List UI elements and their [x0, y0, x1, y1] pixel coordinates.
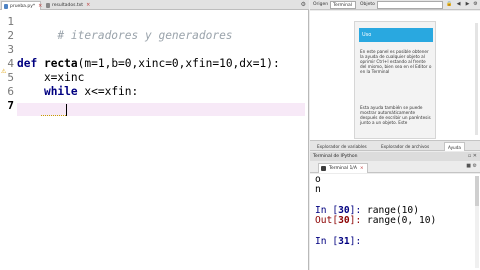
text-cursor	[66, 104, 67, 116]
code-line-4: def recta(m=1,b=0,xinc=0,xfin=10,dx=1):	[17, 57, 280, 71]
tab-options-icon[interactable]: ⚙	[301, 1, 306, 9]
pane-tab-bar: Explorador de variables Explorador de ar…	[310, 141, 480, 151]
close-tab-icon[interactable]: ×	[38, 3, 42, 9]
close-tab-icon[interactable]: ×	[360, 166, 364, 171]
text-file-icon	[46, 3, 50, 8]
console-input-line: In [31]:	[315, 236, 367, 248]
help-pane: Uso En este panel es posible obtener la …	[310, 11, 480, 141]
tab-console-1a[interactable]: Terminal 1/A ×	[318, 163, 368, 173]
tab-help[interactable]: Ayuda	[444, 142, 465, 151]
keyword-while: while	[43, 85, 78, 98]
tab-prueba-py[interactable]: prueba.py* ×	[1, 1, 42, 10]
out-prompt-end: ]:	[349, 215, 367, 226]
tab-variable-explorer[interactable]: Explorador de variables	[314, 142, 370, 151]
editor-tab-bar: prueba.py* × resultados.txt × ⚙	[0, 0, 309, 10]
tab-file-explorer[interactable]: Explorador de archivos	[378, 142, 432, 151]
back-arrow-icon[interactable]: ◀	[455, 1, 462, 8]
terminal-icon	[321, 166, 326, 171]
console-output-line: n	[315, 184, 321, 195]
editor-pane: prueba.py* × resultados.txt × ⚙ 1 2 3 4 5 …	[0, 0, 309, 270]
warning-icon[interactable]: ⚠	[1, 68, 6, 75]
lock-icon[interactable]: 🔒	[446, 1, 453, 8]
help-scrollbar[interactable]	[475, 23, 478, 135]
line-number-gutter: 1 2 3 4 5 6 7 ⚠	[0, 11, 15, 270]
gear-icon[interactable]: ⚙	[472, 1, 479, 8]
function-name: recta	[43, 57, 78, 70]
python-file-icon	[4, 4, 8, 9]
out-prompt: Out[	[315, 215, 339, 226]
line-number: 3	[7, 43, 14, 56]
code-comment: # iteradores y generadores	[57, 29, 233, 42]
object-input[interactable]	[377, 1, 443, 9]
code-line-1: # iteradores y generadores	[17, 15, 232, 42]
ipython-console[interactable]: o n In [30]: range(10) Out[30]: range(0,…	[310, 174, 480, 270]
help-paragraph-2: Esta ayuda también se puede mostrar auto…	[360, 105, 431, 126]
help-toolbar: Origen Terminal Objeto 🔒 ◀ ▶ ⚙	[310, 0, 480, 10]
tab-resultados-txt[interactable]: resultados.txt ×	[44, 1, 90, 10]
console-pane-title: Terminal de IPython ▫ ✕	[310, 152, 480, 161]
tab-label: prueba.py*	[10, 4, 36, 9]
console-options-icons[interactable]: ■ ⚙	[466, 163, 477, 169]
console-tab-bar: Terminal 1/A × ■ ⚙	[310, 161, 480, 173]
code-line-5: x=xinc	[17, 71, 85, 84]
window-controls-icons[interactable]: ▫ ✕	[468, 152, 477, 161]
close-tab-icon[interactable]: ×	[86, 2, 90, 8]
tab-label: resultados.txt	[52, 3, 84, 8]
line-number: 2	[7, 29, 14, 42]
out-prompt-number: 30	[338, 215, 350, 226]
in-prompt: In [	[315, 236, 339, 247]
line-number: 6	[7, 85, 14, 98]
help-paragraph-1: En este panel es posible obtener la ayud…	[360, 49, 432, 75]
forward-arrow-icon[interactable]: ▶	[464, 1, 471, 8]
line-number: 1	[7, 15, 14, 28]
code-editor[interactable]: # iteradores y generadores def recta(m=1…	[17, 11, 307, 270]
console-title-text: Terminal de IPython	[313, 154, 358, 159]
while-condition: x<=xfin:	[77, 85, 139, 98]
console-output-line: Out[30]: range(0, 10)	[315, 215, 436, 227]
function-params: (m=1,b=0,xinc=0,xfin=10,dx=1):	[77, 57, 280, 70]
in-prompt-end: ]:	[349, 236, 367, 247]
console-scroll-thumb[interactable]	[475, 176, 479, 206]
in-prompt-number: 31	[338, 236, 350, 247]
object-label: Objeto	[360, 2, 375, 7]
line-number-current: 7	[7, 99, 14, 112]
code-line-6: while x<=xfin:	[17, 85, 138, 99]
console-tab-label: Terminal 1/A	[329, 166, 357, 171]
indent-guide	[41, 115, 66, 116]
source-select[interactable]: Terminal	[330, 1, 356, 9]
help-card: Uso En este panel es posible obtener la …	[354, 21, 436, 139]
source-label: Origen	[313, 2, 329, 7]
keyword-def: def	[17, 57, 44, 70]
help-title: Uso	[359, 28, 433, 42]
output-value: range(0, 10)	[367, 215, 437, 226]
